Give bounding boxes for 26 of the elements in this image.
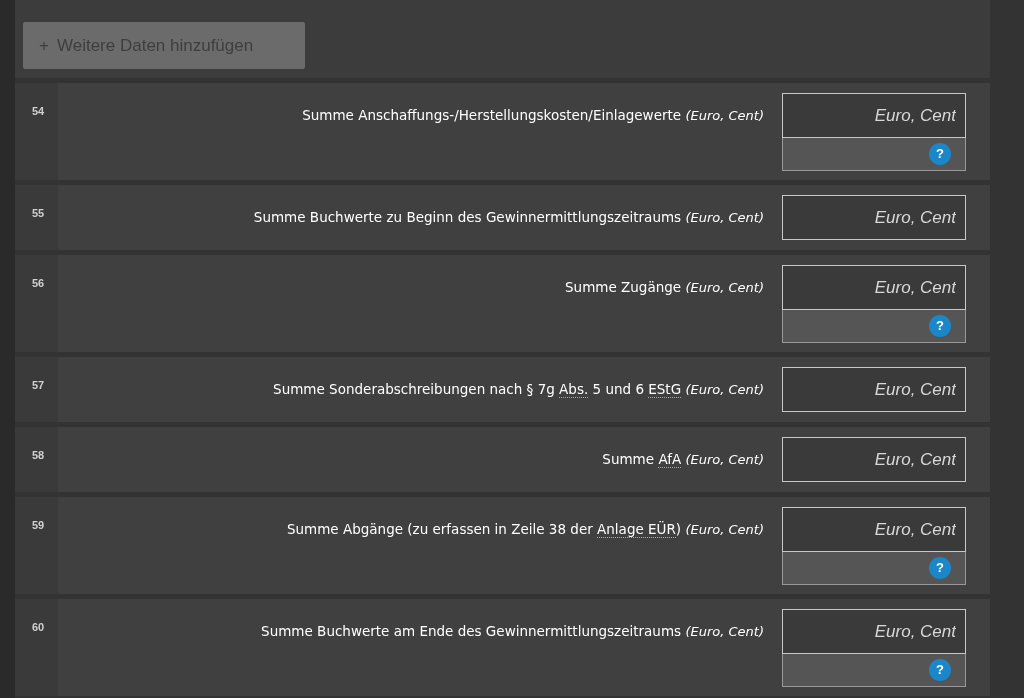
amount-field[interactable]: Euro, Cent: [782, 367, 966, 412]
help-icon[interactable]: ?: [929, 557, 951, 579]
field-label: Summe Sonderabschreibungen nach § 7g Abs. 5 und 6 EStG (Euro, Cent): [273, 380, 764, 400]
amount-field[interactable]: Euro, Cent: [782, 195, 966, 240]
amount-field[interactable]: Euro, Cent: [782, 93, 966, 138]
help-icon[interactable]: ?: [929, 315, 951, 337]
help-icon[interactable]: ?: [929, 143, 951, 165]
field-label: Summe AfA (Euro, Cent): [602, 450, 764, 470]
line-number: 58: [15, 427, 58, 492]
field-label: Summe Anschaffungs-/Herstellungskosten/Einlagewerte (Euro, Cent): [302, 106, 764, 125]
line-number: 60: [15, 599, 58, 696]
amount-field[interactable]: Euro, Cent: [782, 437, 966, 482]
line-number: 59: [15, 497, 58, 594]
line-number: 55: [15, 185, 58, 250]
line-number: 54: [15, 83, 58, 180]
field-label: Summe Zugänge (Euro, Cent): [565, 278, 764, 297]
line-number: 56: [15, 255, 58, 352]
help-icon[interactable]: ?: [929, 659, 951, 681]
line-number: 57: [15, 357, 58, 422]
field-label: Summe Buchwerte zu Beginn des Gewinnermittlungszeitraums (Euro, Cent): [253, 208, 764, 227]
amount-field[interactable]: Euro, Cent: [782, 507, 966, 552]
amount-field[interactable]: Euro, Cent: [782, 609, 966, 654]
field-label: Summe Buchwerte am Ende des Gewinnermittlungszeitraums (Euro, Cent): [261, 622, 764, 641]
amount-field[interactable]: Euro, Cent: [782, 265, 966, 310]
field-label: Summe Abgänge (zu erfassen in Zeile 38 der Anlage EÜR) (Euro, Cent): [286, 520, 764, 540]
plus-icon: +: [39, 32, 49, 59]
